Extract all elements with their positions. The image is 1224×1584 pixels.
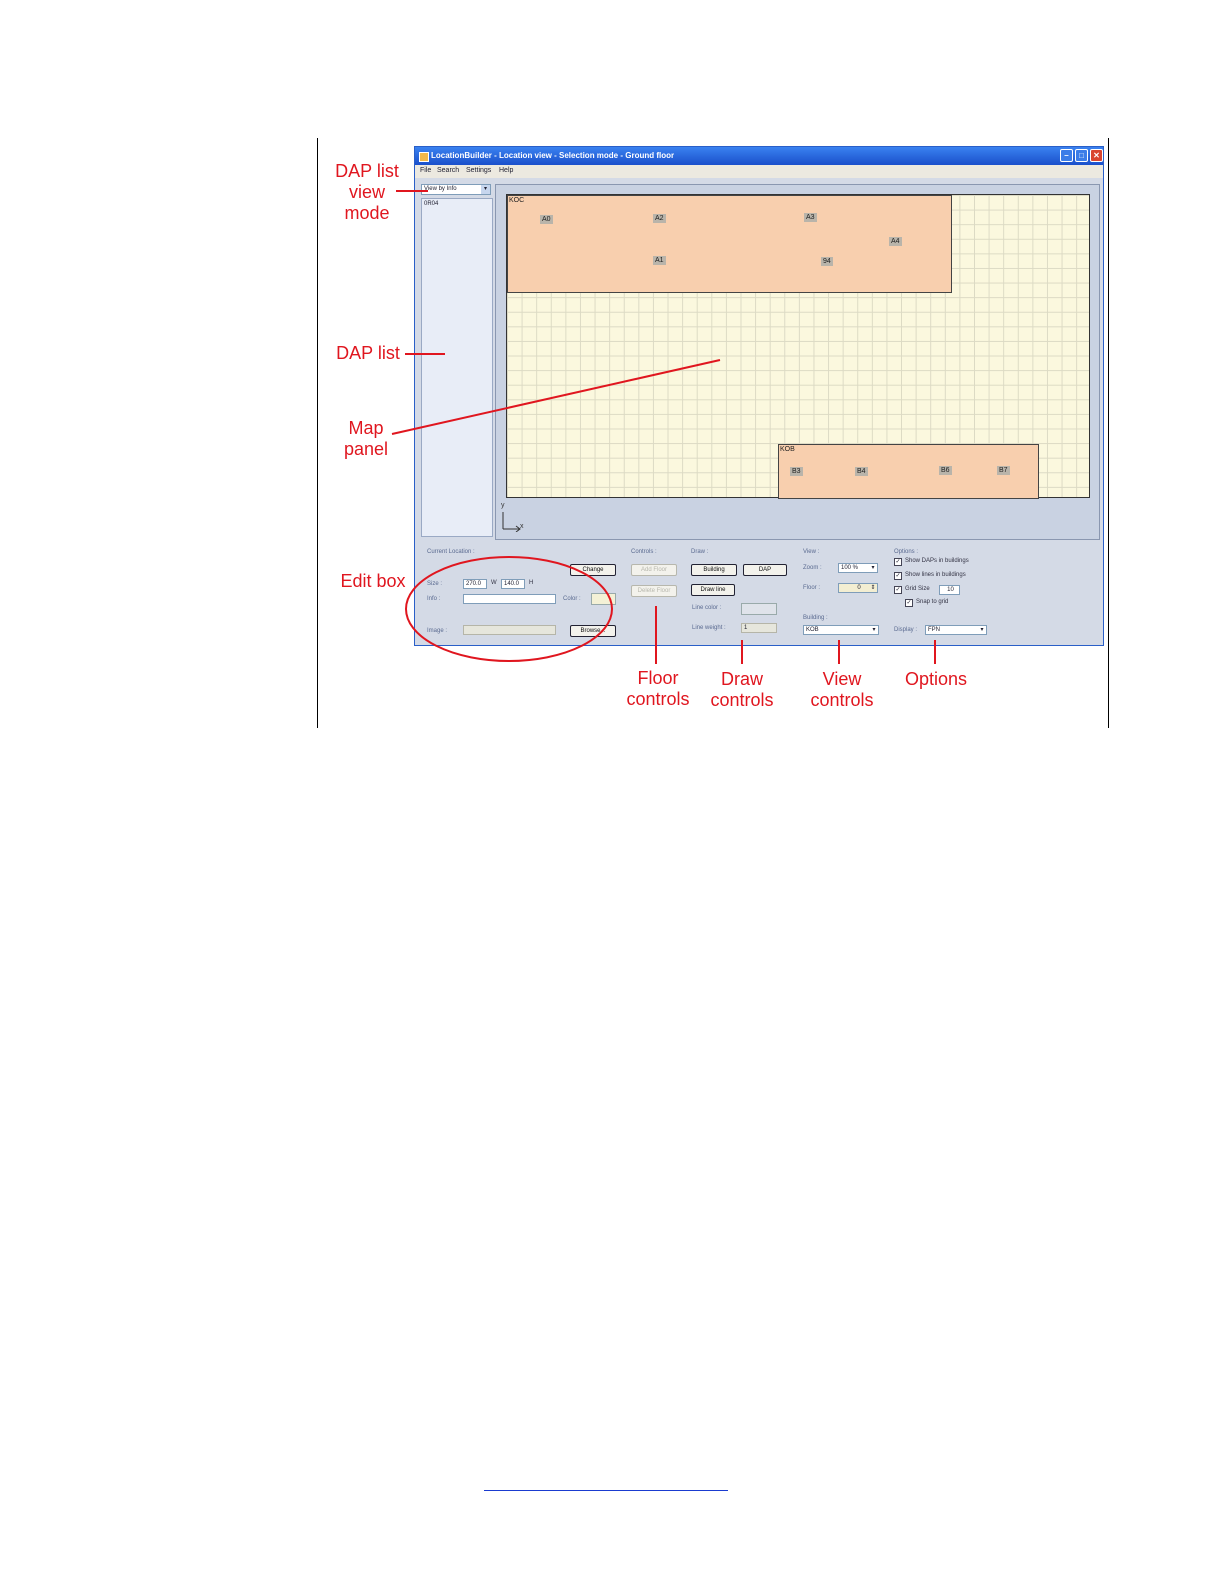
callout-map-panel: Map panel xyxy=(343,418,389,459)
callout-floor-controls: Floor controls xyxy=(626,668,690,709)
callout-options: Options xyxy=(904,669,968,689)
footer-link-underline xyxy=(484,1490,728,1491)
annotation-overlay xyxy=(391,190,936,664)
callout-dap-list-view-mode: DAP list view mode xyxy=(335,161,399,223)
edit-box-ellipse xyxy=(405,556,613,662)
callout-edit-box: Edit box xyxy=(340,571,406,591)
callout-line-map-panel xyxy=(391,359,721,435)
callout-view-controls: View controls xyxy=(810,669,874,710)
callout-draw-controls: Draw controls xyxy=(710,669,774,710)
callout-dap-list: DAP list xyxy=(336,343,400,363)
